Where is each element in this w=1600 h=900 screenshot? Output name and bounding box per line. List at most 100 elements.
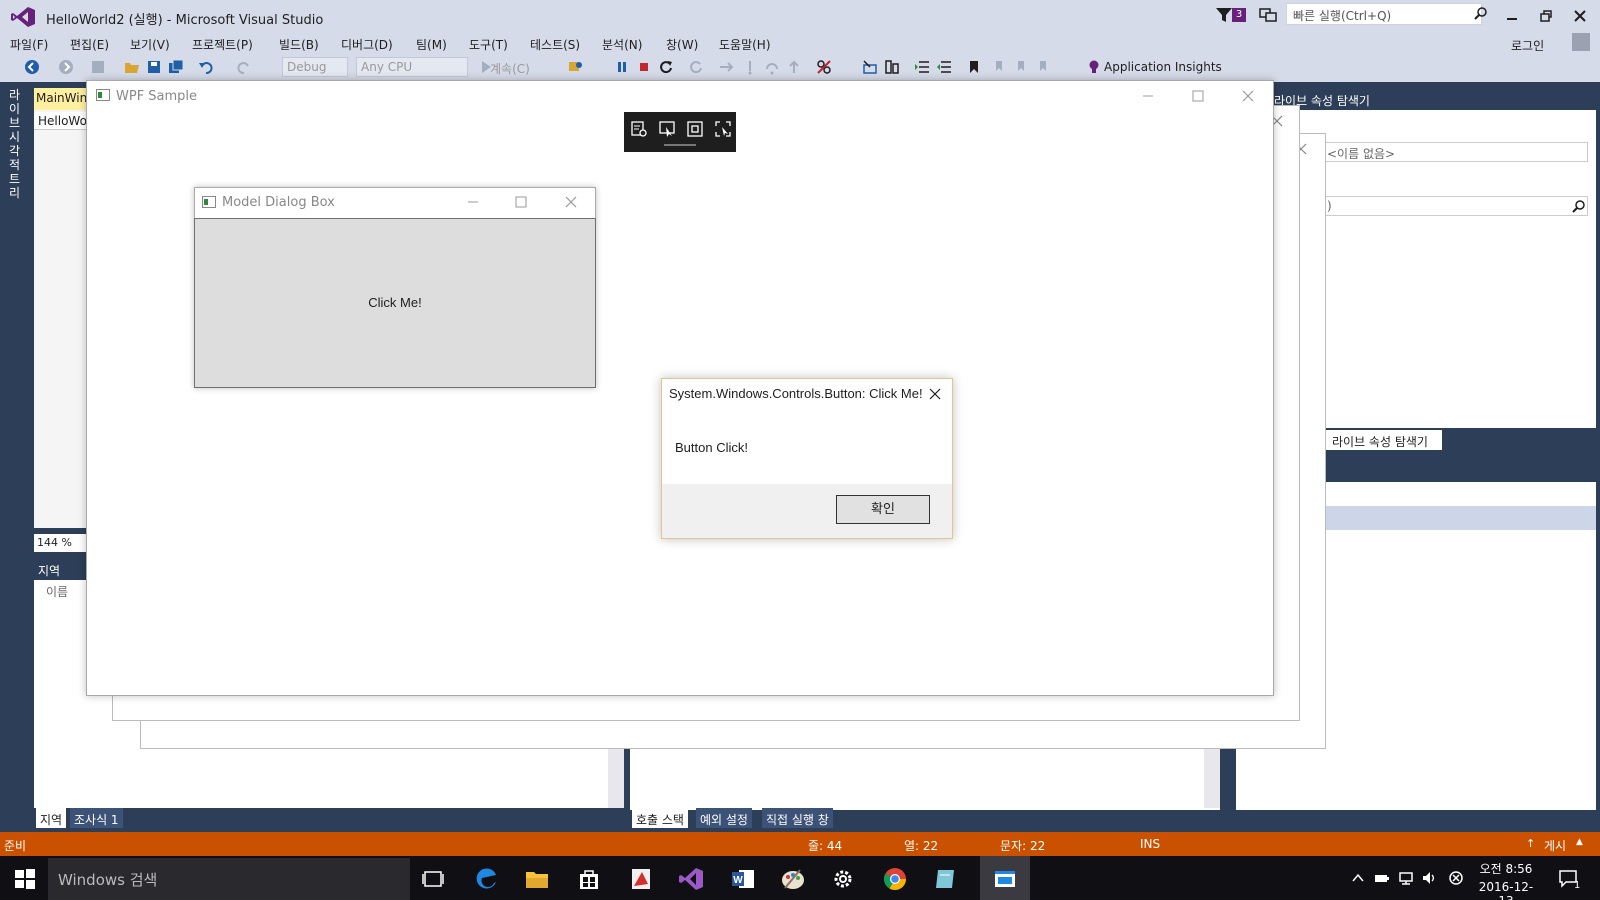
volume-icon[interactable] xyxy=(1422,870,1438,886)
zoom-level[interactable]: 144 % xyxy=(34,534,90,552)
ime-icon[interactable] xyxy=(1448,870,1464,886)
live-visual-tree-tab[interactable]: 라이브 시각적 트리 xyxy=(9,88,25,200)
undo-icon[interactable] xyxy=(198,59,214,75)
continue-button[interactable]: 계속(C) xyxy=(490,60,530,77)
locals-scrollbar[interactable] xyxy=(608,740,624,808)
menu-team[interactable]: 팀(M) xyxy=(416,36,447,53)
maximize-button[interactable] xyxy=(514,195,528,209)
menu-analyze[interactable]: 분석(N) xyxy=(602,36,642,53)
windows-start-icon[interactable] xyxy=(14,868,36,890)
quick-launch-input[interactable]: 빠른 실행(Ctrl+Q) xyxy=(1286,3,1482,25)
close-button[interactable] xyxy=(1570,6,1590,26)
tab-exception-settings[interactable]: 예외 설정 xyxy=(696,808,752,828)
acrobat-icon[interactable] xyxy=(628,866,654,892)
select-element-icon[interactable] xyxy=(658,120,676,138)
editor-nav-dropdown[interactable]: HelloWorld2 xyxy=(34,112,90,130)
stack-frame-icon[interactable] xyxy=(884,59,900,75)
save-all-icon[interactable] xyxy=(168,59,184,75)
editor-tab-mainwindow[interactable]: MainWindow.xaml xyxy=(34,88,90,110)
battery-icon[interactable] xyxy=(1374,870,1390,886)
network-icon[interactable] xyxy=(1398,870,1414,886)
menu-debug[interactable]: 디버그(D) xyxy=(341,36,393,53)
step-out-icon[interactable] xyxy=(786,59,802,75)
paint-icon[interactable] xyxy=(780,866,806,892)
word-icon[interactable]: W xyxy=(730,866,756,892)
track-focus-icon[interactable] xyxy=(714,120,732,138)
windows-search-input[interactable]: Windows 검색 xyxy=(48,858,410,900)
find-icon[interactable] xyxy=(568,59,584,75)
element-name-field[interactable]: <이름 없음> xyxy=(1322,142,1588,162)
notes-app-icon[interactable] xyxy=(932,866,958,892)
new-project-icon[interactable] xyxy=(90,59,106,75)
prev-bookmark-icon[interactable] xyxy=(990,59,1006,75)
login-link[interactable]: 로그인 xyxy=(1511,37,1544,54)
close-button[interactable] xyxy=(564,195,578,209)
menu-project[interactable]: 프로젝트(P) xyxy=(192,36,253,53)
menu-tools[interactable]: 도구(T) xyxy=(469,36,508,53)
tab-call-stack[interactable]: 호출 스택 xyxy=(632,808,688,828)
thread-icon[interactable] xyxy=(862,59,878,75)
account-icon[interactable] xyxy=(1572,33,1590,51)
stop-icon[interactable] xyxy=(636,59,652,75)
hex-display-icon[interactable] xyxy=(816,59,832,75)
tab-watch-1[interactable]: 조사식 1 xyxy=(70,808,123,828)
indent-icon[interactable] xyxy=(914,59,930,75)
outdent-icon[interactable] xyxy=(936,59,952,75)
configuration-dropdown[interactable]: Debug xyxy=(282,57,348,77)
clear-bookmarks-icon[interactable] xyxy=(1034,59,1050,75)
notification-filter-icon[interactable] xyxy=(1214,6,1234,24)
clock-time[interactable]: 오전 8:56 xyxy=(1474,860,1538,877)
menu-view[interactable]: 보기(V) xyxy=(130,36,170,53)
visual-studio-task-icon[interactable] xyxy=(678,866,704,892)
tab-locals[interactable]: 지역 xyxy=(36,808,67,828)
restart-icon[interactable] xyxy=(658,59,674,75)
step-over-icon[interactable] xyxy=(764,59,780,75)
next-bookmark-icon[interactable] xyxy=(1012,59,1028,75)
publish-button[interactable]: 게시 xyxy=(1544,837,1566,854)
back-icon[interactable] xyxy=(24,59,40,75)
step-into-icon[interactable] xyxy=(742,59,758,75)
wpf-app-task-icon[interactable] xyxy=(992,866,1018,892)
edge-browser-icon[interactable] xyxy=(474,866,500,892)
click-me-button[interactable]: Click Me! xyxy=(194,218,596,388)
locals-column-name[interactable]: 이름 xyxy=(34,580,90,600)
chrome-icon[interactable] xyxy=(882,866,908,892)
minimize-button[interactable] xyxy=(1140,88,1156,104)
pause-icon[interactable] xyxy=(614,59,630,75)
toolbar-grip[interactable] xyxy=(664,144,696,146)
menu-build[interactable]: 빌드(B) xyxy=(279,36,319,53)
forward-icon[interactable] xyxy=(58,59,74,75)
go-to-live-visual-tree-icon[interactable] xyxy=(630,120,648,138)
minimize-button[interactable] xyxy=(1502,6,1522,26)
store-icon[interactable] xyxy=(576,866,602,892)
maximize-button[interactable] xyxy=(1190,88,1206,104)
tray-expand-icon[interactable] xyxy=(1350,870,1366,886)
app-insights-button[interactable]: Application Insights xyxy=(1104,60,1222,74)
bookmark-icon[interactable] xyxy=(966,59,982,75)
menu-edit[interactable]: 편집(E) xyxy=(70,36,109,53)
property-search-input[interactable]: ) xyxy=(1322,196,1588,216)
save-icon[interactable] xyxy=(146,59,162,75)
platform-dropdown[interactable]: Any CPU xyxy=(356,57,468,77)
menu-help[interactable]: 도움말(H) xyxy=(719,36,771,53)
settings-gear-icon[interactable] xyxy=(830,866,856,892)
menu-test[interactable]: 테스트(S) xyxy=(530,36,580,53)
menu-window[interactable]: 창(W) xyxy=(666,36,698,53)
secondary-pane-selected-row[interactable] xyxy=(1322,506,1596,530)
minimize-button[interactable] xyxy=(466,195,480,209)
tab-immediate-window[interactable]: 직접 실행 창 xyxy=(762,808,833,828)
live-property-explorer-tab[interactable]: 라이브 속성 탐색기 xyxy=(1326,430,1442,450)
hot-reload-icon[interactable] xyxy=(688,59,704,75)
app-insights-icon[interactable] xyxy=(1086,59,1102,75)
restore-button[interactable] xyxy=(1536,6,1556,26)
open-file-icon[interactable] xyxy=(124,59,140,75)
show-next-statement-icon[interactable] xyxy=(718,59,734,75)
display-layout-adorners-icon[interactable] xyxy=(686,120,704,138)
close-button[interactable] xyxy=(1240,88,1256,104)
menu-file[interactable]: 파일(F) xyxy=(10,36,48,53)
file-explorer-icon[interactable] xyxy=(524,866,550,892)
clock-date[interactable]: 2016-12-13 xyxy=(1472,880,1540,900)
task-view-icon[interactable] xyxy=(420,866,446,892)
call-stack-scrollbar[interactable] xyxy=(1204,740,1220,808)
ok-button[interactable]: 확인 xyxy=(836,495,930,524)
